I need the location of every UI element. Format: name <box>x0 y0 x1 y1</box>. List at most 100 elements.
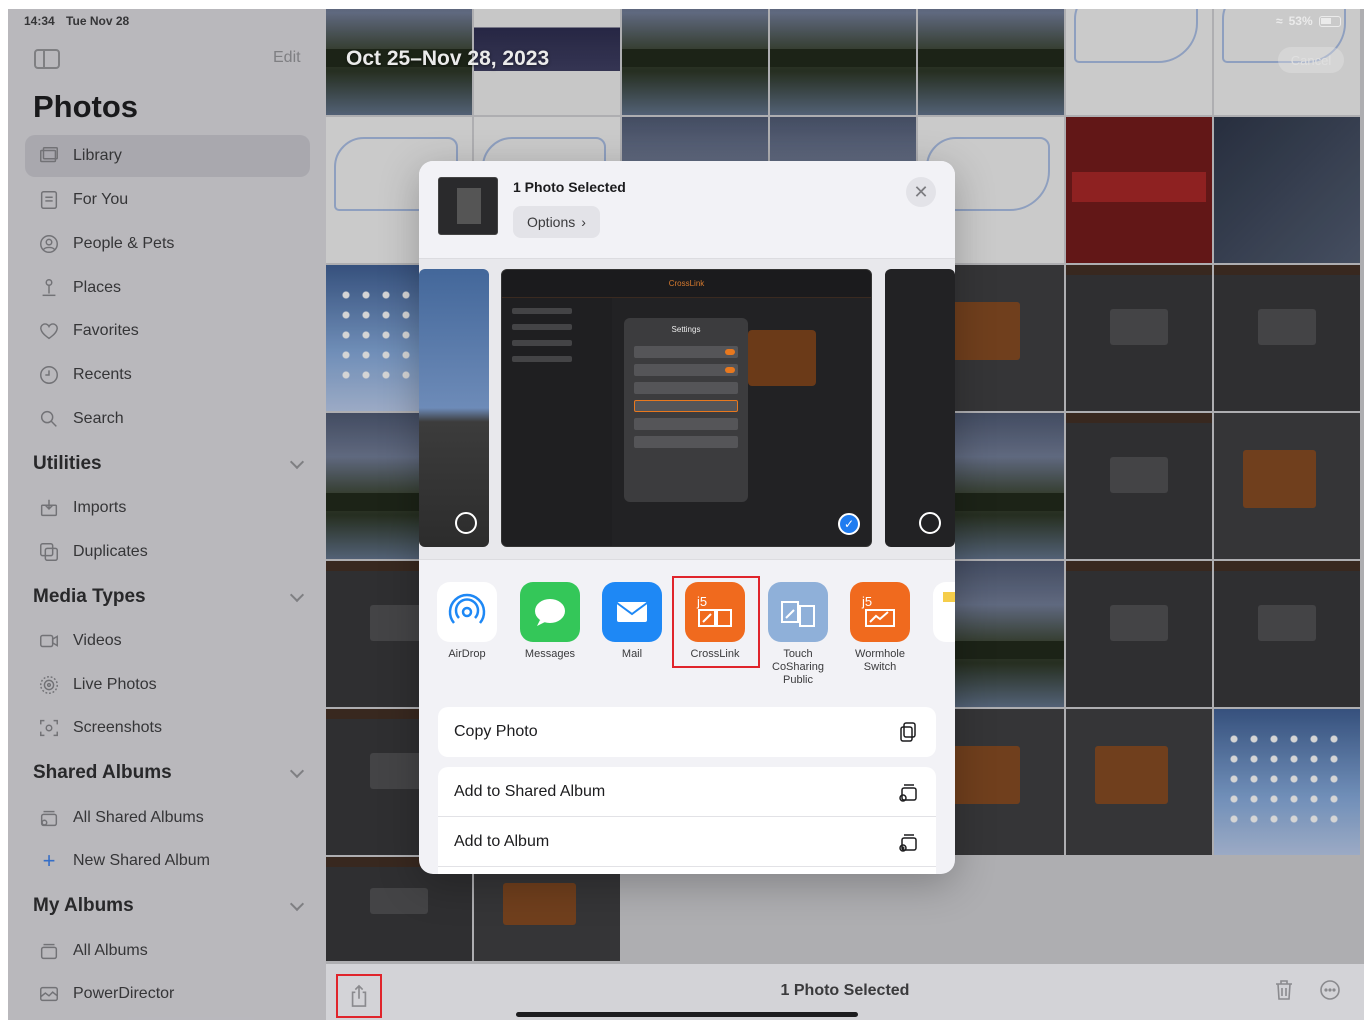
chevron-down-icon <box>289 587 305 603</box>
section-my-albums[interactable]: My Albums <box>33 891 308 921</box>
live-photo-icon <box>37 673 61 697</box>
sidebar-item-label: Favorites <box>73 322 139 339</box>
photo-thumbnail[interactable] <box>622 9 768 115</box>
checkmark-icon[interactable]: ✓ <box>838 513 860 535</box>
preview-photo[interactable] <box>885 269 955 547</box>
add-to-shared-album-action[interactable]: Add to Shared Album <box>438 767 936 817</box>
share-app-messages[interactable]: Messages <box>510 582 590 661</box>
action-group-copy: Copy Photo <box>438 707 936 757</box>
preview-photo-selected[interactable]: CrossLink Settings ✓ <box>501 269 872 547</box>
sidebar-item-label: Places <box>73 279 122 296</box>
sidebar-item-label: Videos <box>73 632 122 649</box>
section-title: Utilities <box>33 453 102 474</box>
messages-icon <box>520 582 580 642</box>
photo-thumbnail[interactable] <box>1066 9 1212 115</box>
home-indicator <box>516 1012 858 1017</box>
sidebar-item-search[interactable]: Search <box>25 398 310 440</box>
sidebar-item-new-shared-album[interactable]: + New Shared Album <box>25 840 310 882</box>
sidebar-item-all-shared-albums[interactable]: All Shared Albums <box>25 797 310 839</box>
photo-thumbnail[interactable] <box>1214 265 1360 411</box>
screenshot-icon <box>37 716 61 740</box>
photo-thumbnail[interactable] <box>918 9 1064 115</box>
shared-album-icon <box>37 806 61 830</box>
sidebar-toggle-icon[interactable] <box>34 49 60 69</box>
sidebar-item-library[interactable]: Library <box>25 135 310 177</box>
preview-dialog-title: Settings <box>671 325 701 334</box>
share-app-airdrop[interactable]: AirDrop <box>427 582 507 661</box>
video-icon <box>37 629 61 653</box>
sidebar-item-screenshots[interactable]: Screenshots <box>25 707 310 749</box>
import-icon <box>37 496 61 520</box>
close-button[interactable]: ✕ <box>906 177 936 207</box>
options-label: Options <box>527 214 576 230</box>
action-label: Add to Album <box>454 832 550 850</box>
sidebar-item-powerdirector[interactable]: PowerDirector <box>25 973 310 1015</box>
sidebar-item-duplicates[interactable]: Duplicates <box>25 531 310 573</box>
cancel-button[interactable]: Cancel <box>1278 47 1344 73</box>
trash-button[interactable] <box>1272 978 1296 1007</box>
photo-thumbnail[interactable] <box>1066 117 1212 263</box>
album-thumbnail-icon <box>37 982 61 1006</box>
section-title: Shared Albums <box>33 762 172 783</box>
share-app-touch-cosharing[interactable]: Touch CoSharing Public <box>758 582 838 687</box>
sidebar-item-recents[interactable]: Recents <box>25 354 310 396</box>
photo-thumbnail[interactable] <box>1066 709 1212 855</box>
photo-thumbnail[interactable] <box>770 9 916 115</box>
preview-sidebar <box>502 298 612 546</box>
sidebar-item-people-pets[interactable]: People & Pets <box>25 223 310 265</box>
selection-circle-icon[interactable] <box>455 512 477 534</box>
chevron-right-icon: › <box>581 214 586 230</box>
photo-thumbnail[interactable] <box>1066 413 1212 559</box>
wifi-icon: ≈ <box>1276 14 1283 28</box>
photo-preview-strip[interactable]: CrossLink Settings ✓ <box>419 259 955 559</box>
share-app-mail[interactable]: Mail <box>592 582 672 661</box>
section-utilities[interactable]: Utilities <box>33 449 308 479</box>
copy-photo-action[interactable]: Copy Photo <box>438 707 936 757</box>
share-app-wormhole-switch[interactable]: j5 Wormhole Switch <box>840 582 920 674</box>
chevron-down-icon <box>289 454 305 470</box>
sidebar-item-all-albums[interactable]: All Albums <box>25 930 310 972</box>
preview-card <box>748 330 816 386</box>
action-label: Copy Photo <box>454 723 538 740</box>
highlight-box <box>672 576 760 668</box>
sidebar-item-imports[interactable]: Imports <box>25 487 310 529</box>
sidebar-item-videos[interactable]: Videos <box>25 620 310 662</box>
sidebar-item-label: Screenshots <box>73 719 162 736</box>
sidebar-item-label: All Shared Albums <box>73 809 204 826</box>
selection-circle-icon[interactable] <box>919 512 941 534</box>
mail-icon <box>602 582 662 642</box>
section-title: My Albums <box>33 895 134 916</box>
sidebar-item-favorites[interactable]: Favorites <box>25 310 310 352</box>
options-button[interactable]: Options › <box>513 206 600 238</box>
sidebar-item-label: New Shared Album <box>73 852 210 869</box>
section-shared-albums[interactable]: Shared Albums <box>33 758 308 788</box>
sidebar-item-live-photos[interactable]: Live Photos <box>25 664 310 706</box>
photo-thumbnail[interactable] <box>1214 117 1360 263</box>
selected-photo-thumbnail <box>438 177 498 235</box>
share-sheet-title: 1 Photo Selected <box>513 179 626 195</box>
notes-icon <box>933 582 955 642</box>
chevron-down-icon <box>289 763 305 779</box>
touch-cosharing-app-icon <box>768 582 828 642</box>
preview-app-title: CrossLink <box>668 279 705 288</box>
share-app-notes-partial[interactable] <box>923 582 955 642</box>
add-to-album-action[interactable]: Add to Album <box>438 817 936 867</box>
photo-thumbnail[interactable] <box>1214 413 1360 559</box>
edit-button[interactable]: Edit <box>273 49 301 67</box>
section-media-types[interactable]: Media Types <box>33 582 308 612</box>
airdrop-icon <box>437 582 497 642</box>
more-actions-partial[interactable] <box>438 867 936 874</box>
clock-icon <box>37 363 61 387</box>
more-button[interactable] <box>1318 978 1342 1007</box>
photo-thumbnail[interactable] <box>1066 561 1212 707</box>
sidebar-item-places[interactable]: Places <box>25 267 310 309</box>
photo-thumbnail[interactable] <box>1066 265 1212 411</box>
sidebar-item-label: For You <box>73 191 129 208</box>
sidebar-item-label: Recents <box>73 366 132 383</box>
app-title: Photos <box>33 89 139 124</box>
share-sheet-header: 1 Photo Selected Options › ✕ <box>419 161 955 259</box>
photo-thumbnail[interactable] <box>1214 561 1360 707</box>
preview-photo[interactable] <box>419 269 489 547</box>
photo-thumbnail[interactable] <box>1214 709 1360 855</box>
sidebar-item-for-you[interactable]: For You <box>25 179 310 221</box>
